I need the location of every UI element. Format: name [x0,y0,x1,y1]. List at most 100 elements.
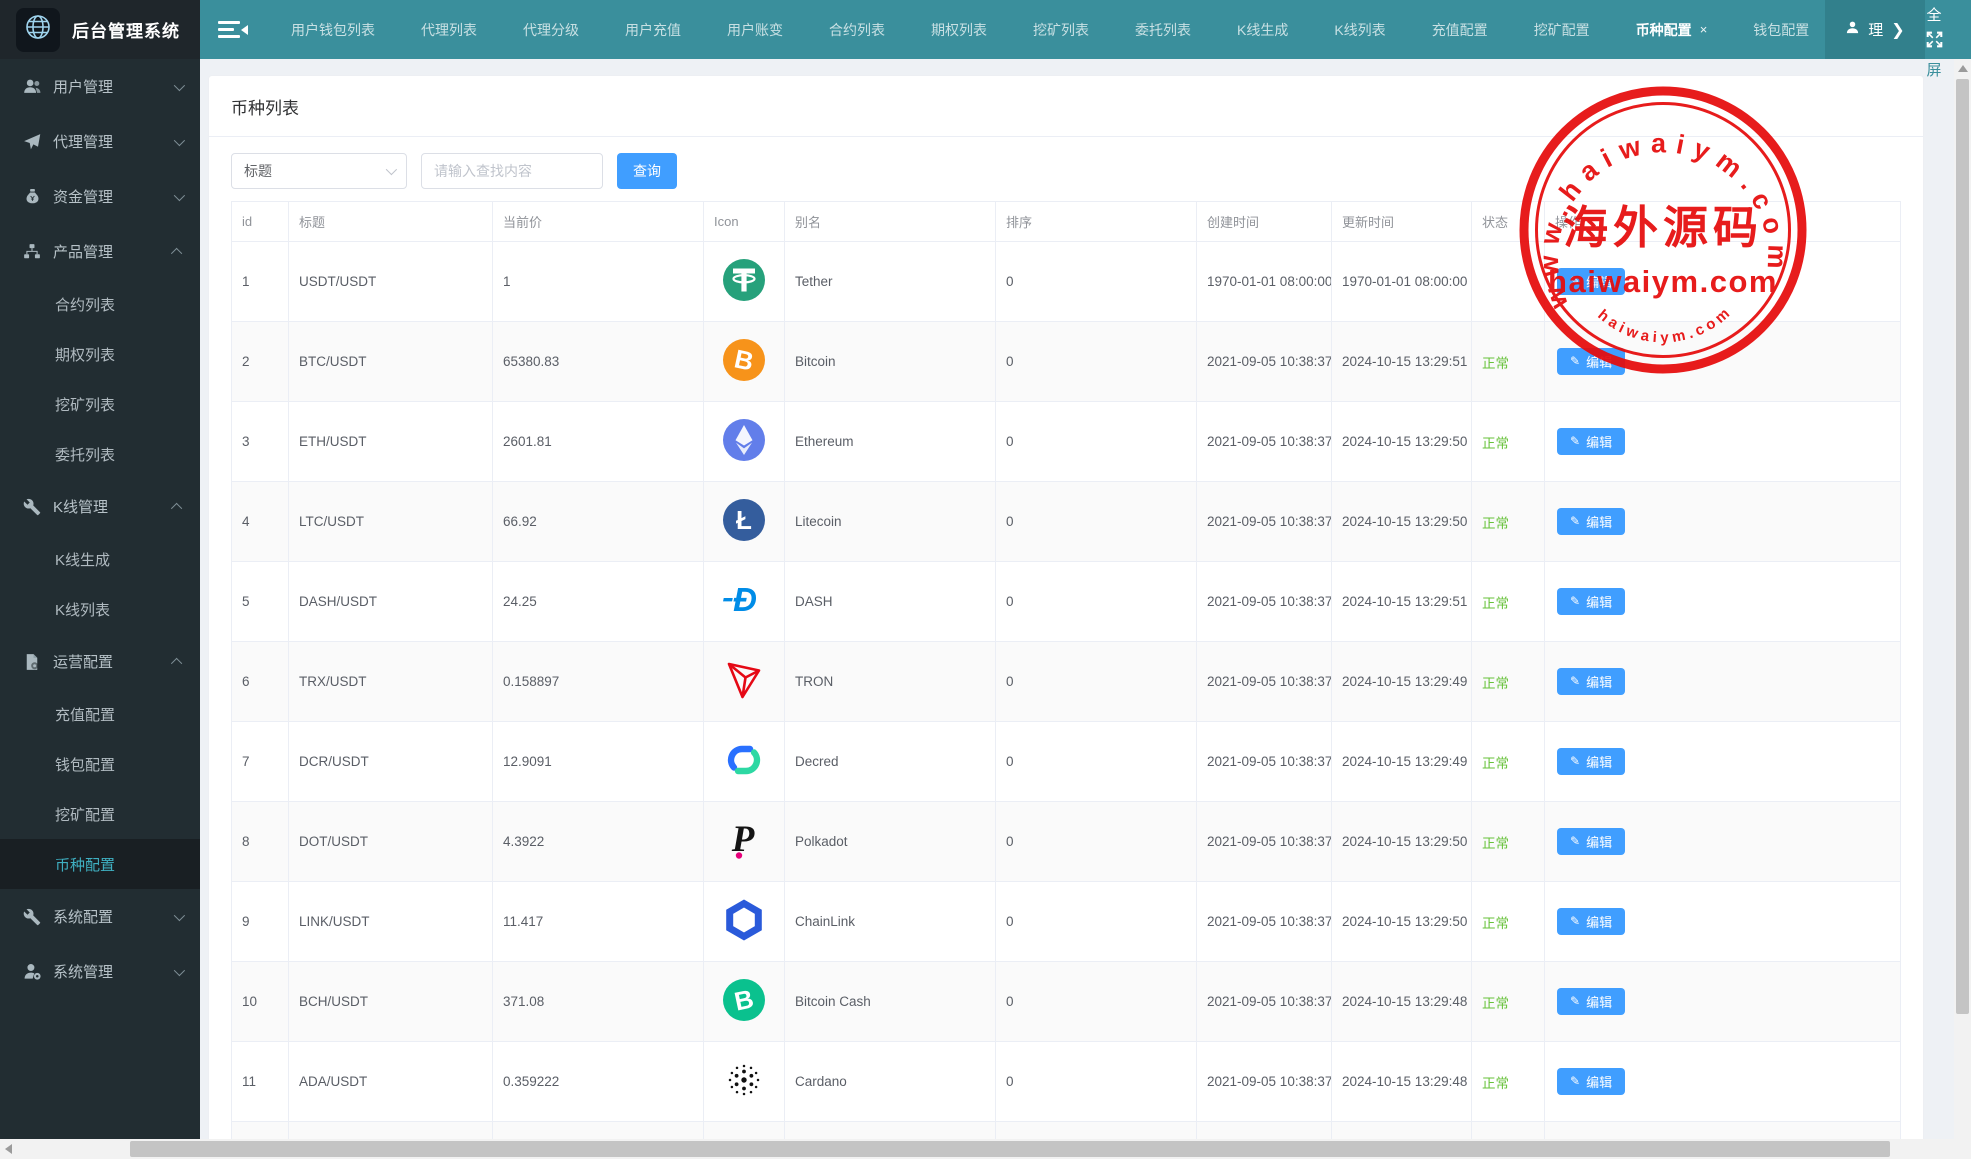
sidebar-item-K线列表[interactable]: K线列表 [0,584,200,634]
edit-button[interactable]: ✎编辑 [1557,828,1625,855]
column-header: 标题 [289,202,493,242]
vertical-scrollbar[interactable] [1954,59,1971,1139]
table-row: 2BTC/USDT65380.83BBitcoin02021-09-05 10:… [232,322,1901,402]
user-menu[interactable]: 理 ❯ [1825,0,1925,59]
nav-tab-7[interactable]: 期权列表 [908,0,1010,59]
sidebar-section-6[interactable]: 运营配置 [0,634,200,689]
edit-button[interactable]: ✎编辑 [1557,348,1625,375]
cell-created: 2021-09-05 10:38:37 [1197,482,1332,562]
sidebar-item-合约列表[interactable]: 合约列表 [0,279,200,329]
nav-tab-label: 期权列表 [931,20,987,40]
edit-button[interactable]: ✎编辑 [1557,1068,1625,1095]
sidebar-item-钱包配置[interactable]: 钱包配置 [0,739,200,789]
cell-icon [704,242,785,322]
edit-button[interactable]: ✎编辑 [1557,428,1625,455]
filter-field-select[interactable]: 标题 [231,153,407,189]
horizontal-scrollbar[interactable] [0,1139,1971,1159]
edit-button[interactable]: ✎编辑 [1557,668,1625,695]
cell-price: 0.158897 [493,642,704,722]
cell-price: 65380.83 [493,322,704,402]
chevron-right-icon[interactable]: ❯ [1891,20,1904,40]
sidebar-toggle-icon[interactable] [218,18,248,42]
sidebar-item-K线生成[interactable]: K线生成 [0,534,200,584]
card-header: 币种列表 [209,76,1923,137]
edit-pencil-icon: ✎ [1570,274,1580,288]
polkadot-icon: P [722,818,766,865]
edit-button-label: 编辑 [1586,272,1612,291]
table-row: 6TRX/USDT0.158897TRON02021-09-05 10:38:3… [232,642,1901,722]
nav-tab-4[interactable]: 用户充值 [602,0,704,59]
sidebar-section-5[interactable]: K线管理 [0,479,200,534]
sidebar-section-3[interactable]: 资金管理 [0,169,200,224]
sidebar-item-充值配置[interactable]: 充值配置 [0,689,200,739]
cell-icon [704,1122,785,1140]
cell-icon [704,642,785,722]
edit-button[interactable]: ✎编辑 [1557,988,1625,1015]
cell-sort: 0 [996,402,1197,482]
sidebar-section-2[interactable]: 代理管理 [0,114,200,169]
sidebar-menu: 用户管理代理管理资金管理产品管理合约列表期权列表挖矿列表委托列表 K线管理 K线生成… [0,59,200,1139]
nav-tab-8[interactable]: 挖矿列表 [1010,0,1112,59]
edit-button[interactable]: ✎编辑 [1557,748,1625,775]
nav-tab-6[interactable]: 合约列表 [806,0,908,59]
edit-pencil-icon: ✎ [1570,834,1580,848]
nav-tab-label: 代理分级 [523,20,579,40]
coin-table: id标题当前价Icon别名排序创建时间更新时间状态操作 1USDT/USDT1T… [231,201,1901,1139]
sidebar-item-币种配置[interactable]: 币种配置 [0,839,200,889]
cell-actions: ✎编辑 [1545,882,1901,962]
close-tab-icon[interactable]: × [1700,22,1708,37]
cell-id: 10 [232,962,289,1042]
search-button[interactable]: 查询 [617,153,677,189]
nav-tab-1[interactable]: 用户钱包列表 [268,0,398,59]
nav-tab-10[interactable]: K线生成 [1214,0,1311,59]
sidebar-section-1[interactable]: 用户管理 [0,59,200,114]
expand-icon[interactable] [1926,31,1943,53]
cell-created: 1970-01-01 08:00:00 [1197,242,1332,322]
edit-button[interactable]: ✎编辑 [1557,508,1625,535]
table-row-partial [232,1122,1901,1140]
sidebar-item-挖矿配置[interactable]: 挖矿配置 [0,789,200,839]
nav-tab-2[interactable]: 代理列表 [398,0,500,59]
nav-tab-9[interactable]: 委托列表 [1112,0,1214,59]
sidebar-item-委托列表[interactable]: 委托列表 [0,429,200,479]
edit-button[interactable]: ✎编辑 [1557,908,1625,935]
sidebar-section-8[interactable]: 系统管理 [0,944,200,999]
cell-alias: ChainLink [785,882,996,962]
sidebar-section-4[interactable]: 产品管理 [0,224,200,279]
nav-tab-5[interactable]: 用户账变 [704,0,806,59]
edit-button[interactable]: ✎ 编辑 [1557,268,1625,295]
scroll-up-arrow-icon[interactable] [1958,65,1968,72]
horizontal-scrollbar-thumb[interactable] [130,1141,1890,1157]
sidebar-item-期权列表[interactable]: 期权列表 [0,329,200,379]
cell-created: 2021-09-05 10:38:37 [1197,562,1332,642]
search-input[interactable] [421,153,603,189]
nav-tab-14[interactable]: 币种配置× [1613,0,1731,59]
column-header: 更新时间 [1332,202,1472,242]
cell-alias: Bitcoin Cash [785,962,996,1042]
cell-updated: 2024-10-15 13:29:48 [1332,1042,1472,1122]
nav-tab-3[interactable]: 代理分级 [500,0,602,59]
nav-tab-15[interactable]: 钱包配置 [1730,0,1825,59]
main-content: 币种列表 标题 查询 id标题当前价Icon别名排序创建时间更新时间状态操作 1… [200,59,1954,1139]
table-row: 7DCR/USDT12.9091Decred02021-09-05 10:38:… [232,722,1901,802]
sidebar-section-label: K线管理 [53,496,174,517]
sidebar-item-挖矿列表[interactable]: 挖矿列表 [0,379,200,429]
sidebar-section-7[interactable]: 系统配置 [0,889,200,944]
edit-pencil-icon: ✎ [1570,1074,1580,1088]
column-header: 别名 [785,202,996,242]
nav-tab-11[interactable]: K线列表 [1311,0,1408,59]
fullscreen-control[interactable]: 全 屏 [1919,4,1949,80]
cell-created: 2021-09-05 10:38:37 [1197,402,1332,482]
cell-id: 2 [232,322,289,402]
nav-tab-12[interactable]: 充值配置 [1409,0,1511,59]
edit-button[interactable]: ✎编辑 [1557,588,1625,615]
scroll-left-arrow-icon[interactable] [5,1144,12,1154]
chevron-down-icon [174,964,185,975]
cell-created: 2021-09-05 10:38:37 [1197,882,1332,962]
chevron-down-icon [386,164,397,175]
vertical-scrollbar-thumb[interactable] [1956,79,1969,1014]
sidebar-section-label: 系统配置 [53,906,174,927]
nav-tab-13[interactable]: 挖矿配置 [1511,0,1613,59]
cell-status: 正常 [1472,802,1545,882]
sidebar-section-label: 产品管理 [53,241,174,262]
